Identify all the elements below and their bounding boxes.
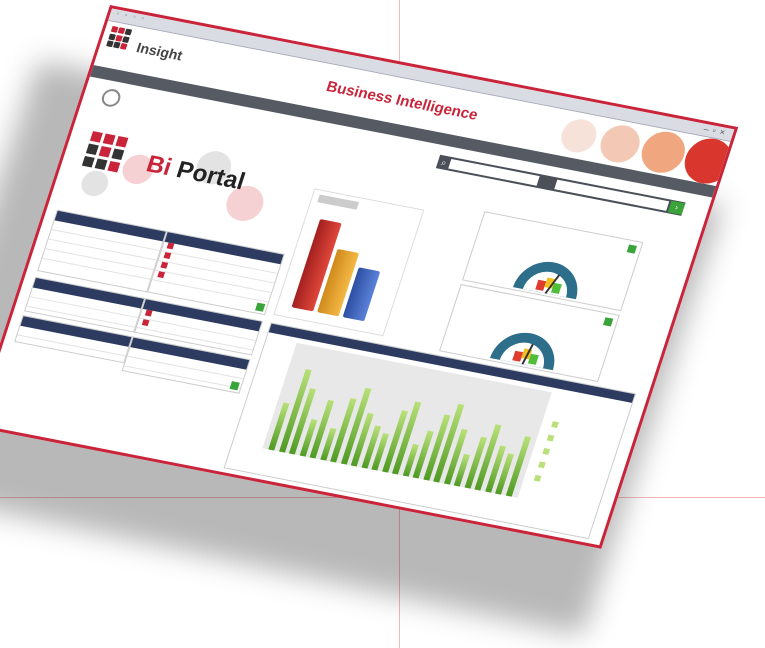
status-icon <box>166 242 175 250</box>
brand-logo[interactable]: Insight <box>105 25 185 63</box>
chart-plot <box>262 342 552 498</box>
confirm-icon[interactable] <box>229 381 240 391</box>
confirm-icon[interactable] <box>255 302 266 312</box>
portal-logo-icon <box>81 131 129 173</box>
status-icon <box>160 261 169 269</box>
search-scope-select[interactable] <box>448 158 540 186</box>
portal-title: Bi Portal <box>143 150 249 196</box>
quick-access-icons: ▫ ▫ ▫ ▫ <box>115 10 147 23</box>
chart-toolbar[interactable] <box>317 194 360 210</box>
header-decor-circle <box>678 134 739 188</box>
decor-bubble <box>78 168 112 199</box>
status-icon <box>163 252 172 260</box>
menu-item-1[interactable] <box>97 71 106 74</box>
header-decor-circle <box>595 122 645 166</box>
status-icon <box>144 309 153 317</box>
status-icon <box>157 271 166 279</box>
gauge-action-icon[interactable] <box>626 244 638 254</box>
window-controls-icon[interactable]: –▫× <box>702 124 730 138</box>
status-icon <box>141 319 150 327</box>
brand-name: Insight <box>134 39 185 64</box>
header-decor-circle <box>636 128 691 177</box>
go-icon[interactable]: › <box>667 200 686 215</box>
header-decor-circle <box>556 116 601 156</box>
clock-icon[interactable] <box>99 87 123 109</box>
bar-chart-3d <box>273 188 425 337</box>
logo-mark-icon <box>105 25 134 51</box>
legend-item <box>532 473 545 488</box>
gauge-action-icon[interactable] <box>602 317 614 327</box>
